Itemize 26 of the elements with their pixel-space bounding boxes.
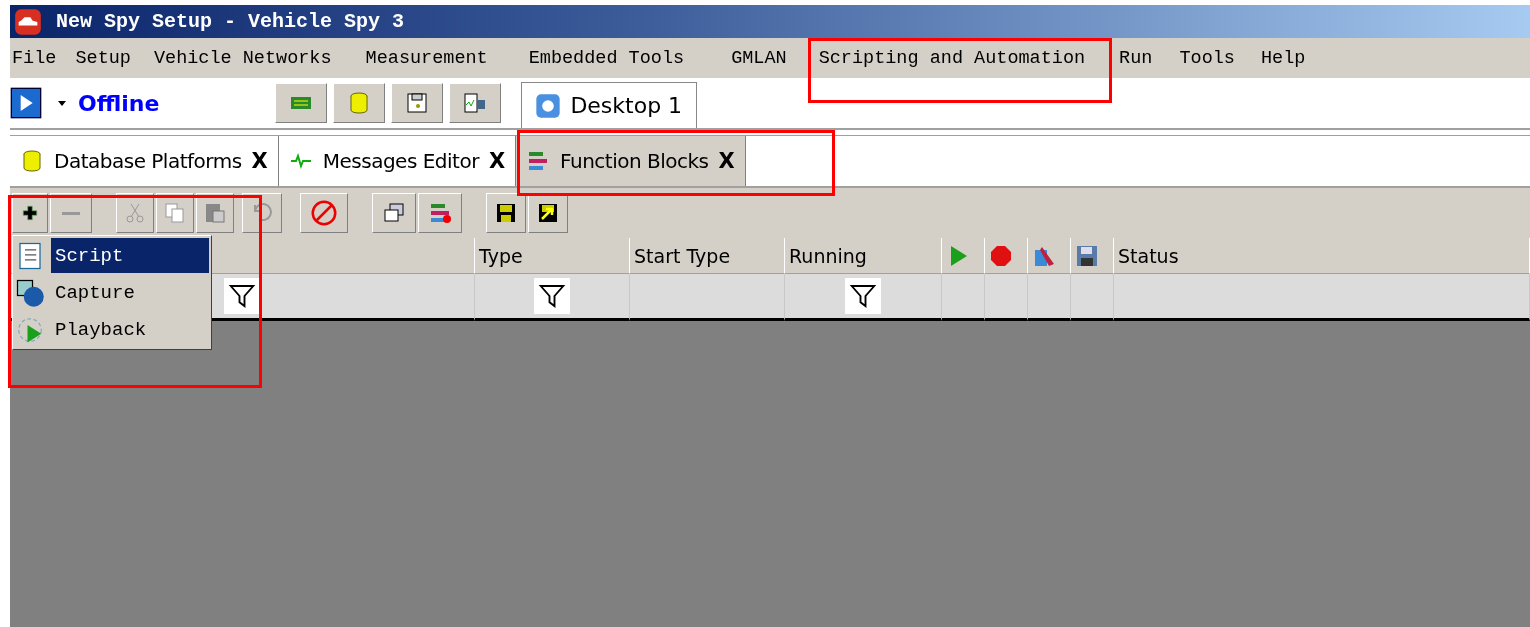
tab-label: Function Blocks: [560, 149, 709, 173]
column-header: Running: [785, 238, 942, 274]
status-label: Offline: [78, 90, 160, 116]
column-header: Status: [1114, 238, 1530, 274]
desktop-tab[interactable]: Desktop 1: [521, 82, 698, 128]
close-button[interactable]: X: [251, 149, 268, 173]
tab-label: Messages Editor: [322, 149, 479, 173]
menu-item[interactable]: Measurement: [363, 47, 488, 69]
menu-item[interactable]: Tools: [1177, 47, 1235, 69]
column-header: Type: [475, 238, 630, 274]
close-button[interactable]: X: [718, 149, 735, 173]
menu-item[interactable]: GMLAN: [729, 47, 787, 69]
window-title: New Spy Setup - Vehicle Spy 3: [56, 10, 405, 33]
menu-item[interactable]: Playback: [15, 312, 209, 347]
menu-item[interactable]: Embedded Tools: [526, 47, 685, 69]
menu-item[interactable]: Setup: [73, 47, 131, 69]
tab-label: Database Platforms: [54, 149, 242, 173]
menu-item[interactable]: File: [10, 47, 57, 69]
menu-item[interactable]: Scripting and Automation: [816, 47, 1086, 69]
tab[interactable]: Function Blocks X: [516, 136, 746, 186]
menu-item[interactable]: Capture: [15, 275, 209, 310]
column-header: Start Type: [630, 238, 785, 274]
menu-item[interactable]: Run: [1117, 47, 1153, 69]
close-button[interactable]: X: [488, 149, 506, 173]
menu-item[interactable]: Vehicle Networks: [151, 47, 332, 69]
menu-item[interactable]: Help: [1258, 47, 1306, 69]
